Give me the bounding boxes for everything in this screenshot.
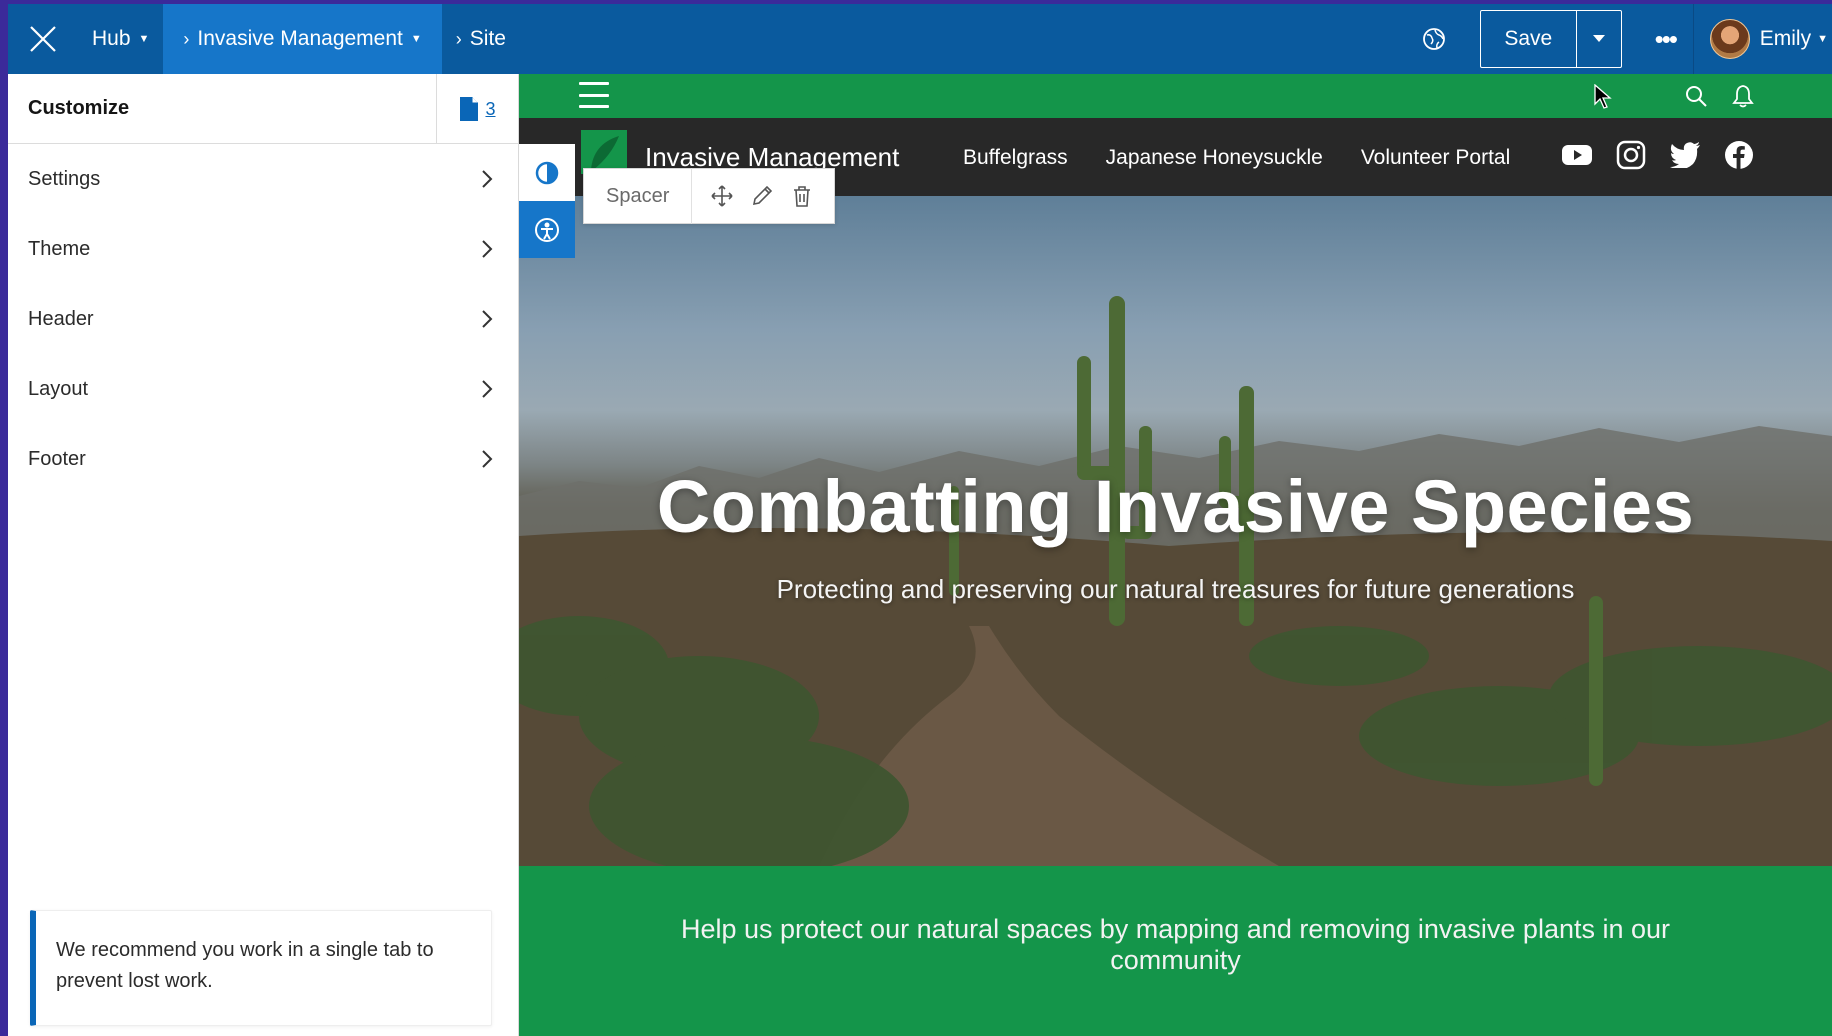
nav-link-japanese-honeysuckle[interactable]: Japanese Honeysuckle [1106,146,1323,170]
edit-icon[interactable] [750,184,774,208]
hamburger-menu-icon[interactable] [579,82,609,108]
chevron-right-icon [476,378,498,400]
nav-link-volunteer-portal[interactable]: Volunteer Portal [1361,146,1510,170]
bell-icon[interactable] [1732,84,1754,113]
delete-icon[interactable] [790,184,814,208]
customize-panel: Customize 3 Settings Theme Header Layout… [8,74,519,1036]
document-icon [460,97,479,121]
search-icon[interactable] [1684,84,1708,113]
site-top-bar [519,74,1832,118]
hero-title: Combatting Invasive Species [656,465,1695,548]
sidebar-item-settings[interactable]: Settings [8,144,518,214]
top-bar: Hub ▼ › Invasive Management ▼ › Site Sav… [8,4,1832,74]
spacer-tools [692,184,814,208]
accessibility-icon[interactable] [519,201,575,258]
save-button[interactable]: Save [1481,11,1577,67]
sidebar-item-layout[interactable]: Layout [8,354,518,424]
spacer-toolbar: Spacer [583,168,835,224]
social-links [1560,138,1756,172]
pages-link[interactable]: 3 [436,74,518,144]
twitter-icon[interactable] [1668,138,1702,172]
customize-header: Customize 3 [8,74,518,144]
section-tool-strip [519,144,575,258]
globe-icon[interactable] [1414,19,1454,59]
more-options-button[interactable]: ••• [1638,4,1694,74]
save-options-button[interactable] [1577,11,1621,67]
chevron-right-icon [476,448,498,470]
chevron-right-icon: › [183,28,190,49]
sidebar-item-label: Footer [28,447,86,470]
hero-subtitle: Protecting and preserving our natural tr… [776,574,1575,604]
sidebar-item-label: Header [28,307,94,330]
breadcrumb-label: Invasive Management [197,27,403,50]
breadcrumb-label: Hub [92,27,131,50]
chevron-right-icon: › [455,28,462,49]
move-icon[interactable] [710,184,734,208]
close-icon[interactable] [8,4,78,74]
app-window: Hub ▼ › Invasive Management ▼ › Site Sav… [8,4,1832,1036]
spacer-label: Spacer [584,168,693,224]
sidebar-item-header[interactable]: Header [8,284,518,354]
facebook-icon[interactable] [1722,138,1756,172]
save-button-group: Save [1479,10,1622,68]
caret-down-icon [1592,35,1605,42]
panel-title: Customize [28,97,130,119]
chevron-right-icon [476,238,498,260]
site-nav-links: Buffelgrass Japanese Honeysuckle Volunte… [963,146,1510,170]
breadcrumb-hub[interactable]: Hub ▼ [78,4,163,74]
breadcrumb-label: Site [469,27,506,50]
chevron-right-icon [476,308,498,330]
sidebar-item-label: Layout [28,377,89,400]
sidebar-item-footer[interactable]: Footer [8,424,518,494]
top-bar-actions: Save ••• Emily ▼ [1414,4,1832,74]
sidebar-item-label: Theme [28,237,91,260]
caret-down-icon: ▼ [410,33,422,45]
avatar [1709,19,1750,59]
contrast-icon[interactable] [519,144,575,201]
sidebar-item-theme[interactable]: Theme [8,214,518,284]
nav-link-buffelgrass[interactable]: Buffelgrass [963,146,1068,170]
chevron-right-icon [476,168,498,190]
call-to-action-section[interactable]: Help us protect our natural spaces by ma… [519,866,1832,1036]
single-tab-notice: We recommend you work in a single tab to… [30,910,492,1026]
site-utility-icons [1684,84,1754,113]
user-menu[interactable]: Emily ▼ [1709,4,1832,74]
mouse-cursor-icon [1594,83,1612,115]
page-count: 3 [485,98,496,119]
instagram-icon[interactable] [1614,138,1648,172]
breadcrumb-site[interactable]: › Site [442,4,520,74]
call-to-action-text: Help us protect our natural spaces by ma… [680,914,1671,975]
breadcrumb-invasive-management[interactable]: › Invasive Management ▼ [163,4,442,74]
caret-down-icon: ▼ [1817,33,1828,45]
hero-banner[interactable]: Combatting Invasive Species Protecting a… [519,196,1832,866]
sidebar-item-label: Settings [28,167,101,190]
user-name: Emily [1759,27,1812,50]
youtube-icon[interactable] [1560,138,1594,172]
caret-down-icon: ▼ [138,33,150,45]
